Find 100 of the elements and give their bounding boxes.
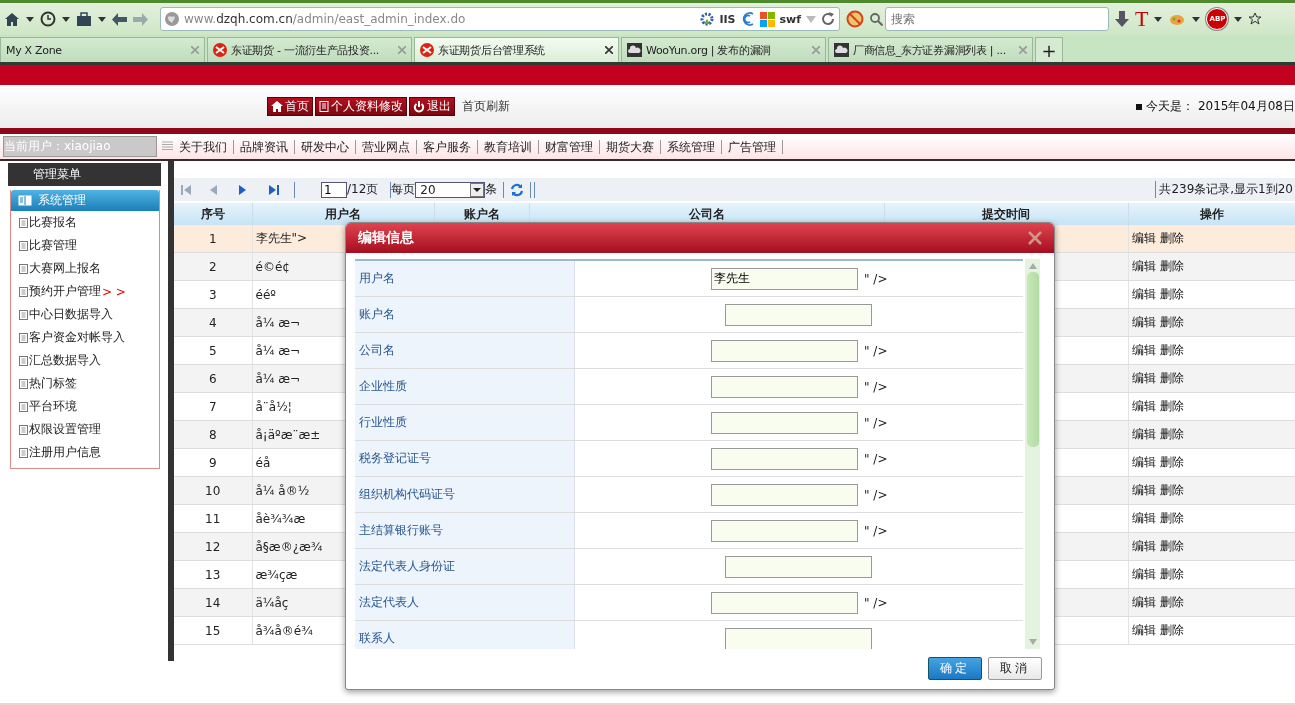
home-icon[interactable] (4, 11, 20, 27)
header-button[interactable]: 退出 (409, 97, 455, 116)
action-link[interactable]: 删除 (1159, 343, 1184, 357)
refresh-link[interactable]: 首页刷新 (462, 98, 510, 115)
close-icon[interactable] (605, 46, 613, 54)
page-field[interactable]: 1 (321, 181, 347, 198)
sidebar-item[interactable]: 客户资金对帐导入 (11, 326, 159, 349)
browser-tab[interactable]: 东证期货后台管理系统 (414, 37, 619, 62)
action-link[interactable]: 编辑 (1131, 371, 1156, 385)
action-link[interactable]: 编辑 (1131, 287, 1156, 301)
sidebar-item[interactable]: 中心日数据导入 (11, 303, 159, 326)
text-tool-button[interactable]: T (1135, 8, 1149, 30)
input-field[interactable] (711, 339, 858, 362)
last-page-icon[interactable] (268, 183, 280, 196)
dropdown-icon[interactable] (806, 15, 816, 23)
sidebar-item[interactable]: 比赛报名 (11, 211, 159, 234)
sidebar-item[interactable]: 热门标签 (11, 372, 159, 395)
browser-tab[interactable]: WooYun.org | 发布的漏洞 (621, 37, 826, 62)
input-field[interactable] (725, 303, 872, 326)
nav-menu-item[interactable]: 系统管理 (661, 139, 722, 154)
action-link[interactable]: 编辑 (1131, 511, 1156, 525)
action-link[interactable]: 删除 (1159, 539, 1184, 553)
next-page-icon[interactable] (238, 183, 248, 196)
sidebar-item[interactable]: 大赛网上报名 (11, 257, 159, 280)
header-button[interactable]: 个人资料修改 (315, 97, 407, 116)
action-link[interactable]: 删除 (1159, 455, 1184, 469)
blocked-icon[interactable] (846, 10, 864, 28)
download-icon[interactable] (1115, 11, 1129, 27)
address-field[interactable]: www.dzqh.com.cn/admin/east_admin_index.do IIS swf (160, 7, 840, 31)
action-link[interactable]: 编辑 (1131, 427, 1156, 441)
per-page-select[interactable]: 20 (415, 181, 486, 198)
action-link[interactable]: 编辑 (1131, 539, 1156, 553)
input-field[interactable] (711, 411, 858, 434)
scroll-up-icon[interactable] (1028, 263, 1037, 269)
nav-menu-item[interactable]: 关于我们 (173, 139, 234, 154)
confirm-button[interactable]: 确定 (928, 657, 982, 680)
action-link[interactable]: 删除 (1159, 371, 1184, 385)
sidebar-item[interactable]: 比赛管理 (11, 234, 159, 257)
input-field[interactable] (725, 627, 872, 649)
briefcase-icon[interactable] (76, 11, 92, 27)
nav-menu-item[interactable]: 广告管理 (722, 139, 783, 154)
gear-icon[interactable] (700, 12, 715, 26)
action-link[interactable]: 编辑 (1131, 399, 1156, 413)
caret-icon[interactable] (1154, 16, 1163, 22)
action-link[interactable]: 删除 (1159, 287, 1184, 301)
nav-menu-item[interactable]: 教育培训 (478, 139, 539, 154)
tiles-icon[interactable] (759, 11, 775, 27)
action-link[interactable]: 删除 (1159, 315, 1184, 329)
addon-label[interactable]: swf (779, 12, 801, 26)
input-field[interactable] (711, 375, 858, 398)
scrollbar[interactable] (1025, 259, 1040, 649)
action-link[interactable]: 删除 (1159, 427, 1184, 441)
action-link[interactable]: 编辑 (1131, 455, 1156, 469)
scroll-down-icon[interactable] (1028, 639, 1037, 645)
nav-menu-item[interactable]: 研发中心 (295, 139, 356, 154)
action-link[interactable]: 编辑 (1131, 315, 1156, 329)
cancel-button[interactable]: 取消 (988, 657, 1042, 680)
input-field[interactable] (711, 447, 858, 470)
action-link[interactable]: 删除 (1159, 623, 1184, 637)
input-field[interactable] (725, 555, 872, 578)
caret-icon[interactable] (1234, 16, 1243, 22)
action-link[interactable]: 删除 (1159, 231, 1184, 245)
action-link[interactable]: 编辑 (1131, 231, 1156, 245)
action-link[interactable]: 编辑 (1131, 567, 1156, 581)
back-icon[interactable] (112, 12, 127, 26)
previous-page-icon[interactable] (208, 183, 218, 196)
input-field[interactable] (711, 483, 858, 506)
reload-icon[interactable] (821, 12, 835, 26)
refresh-icon[interactable] (510, 182, 525, 197)
star-icon[interactable] (1248, 12, 1263, 26)
action-link[interactable]: 编辑 (1131, 595, 1156, 609)
sidebar-item[interactable]: 汇总数据导入 (11, 349, 159, 372)
sidebar-item[interactable]: 预约开户管理> > (11, 280, 159, 303)
nav-menu-item[interactable]: 期货大赛 (600, 139, 661, 154)
nav-menu-item[interactable]: 品牌资讯 (234, 139, 295, 154)
caret-icon[interactable] (26, 16, 34, 22)
action-link[interactable]: 删除 (1159, 399, 1184, 413)
nav-menu-item[interactable]: 营业网点 (356, 139, 417, 154)
forward-icon[interactable] (133, 12, 148, 26)
sidebar-item[interactable]: 平台环境 (11, 395, 159, 418)
caret-icon[interactable] (62, 16, 70, 22)
action-link[interactable]: 删除 (1159, 259, 1184, 273)
browser-tab[interactable]: My X Zone (0, 37, 205, 62)
wave-icon[interactable] (740, 12, 755, 26)
browser-tab[interactable]: 东证期货 - 一流衍生产品投资... (207, 37, 412, 62)
caret-icon[interactable] (1192, 16, 1201, 22)
action-link[interactable]: 删除 (1159, 511, 1184, 525)
input-field[interactable]: 李先生 (711, 267, 858, 290)
action-link[interactable]: 编辑 (1131, 259, 1156, 273)
nav-menu-item[interactable]: 财富管理 (539, 139, 600, 154)
nav-menu-item[interactable]: 客户服务 (417, 139, 478, 154)
addon-label[interactable]: IIS (719, 12, 736, 26)
browser-tab[interactable]: 厂商信息_东方证券漏洞列表 | ... (828, 37, 1033, 62)
new-tab-button[interactable]: + (1035, 37, 1063, 62)
action-link[interactable]: 编辑 (1131, 623, 1156, 637)
sidebar-item[interactable]: 注册用户信息 (11, 441, 159, 464)
header-button[interactable]: 首页 (267, 97, 313, 116)
clock-icon[interactable] (40, 11, 56, 27)
caret-icon[interactable] (98, 16, 106, 22)
first-page-icon[interactable] (180, 183, 192, 196)
